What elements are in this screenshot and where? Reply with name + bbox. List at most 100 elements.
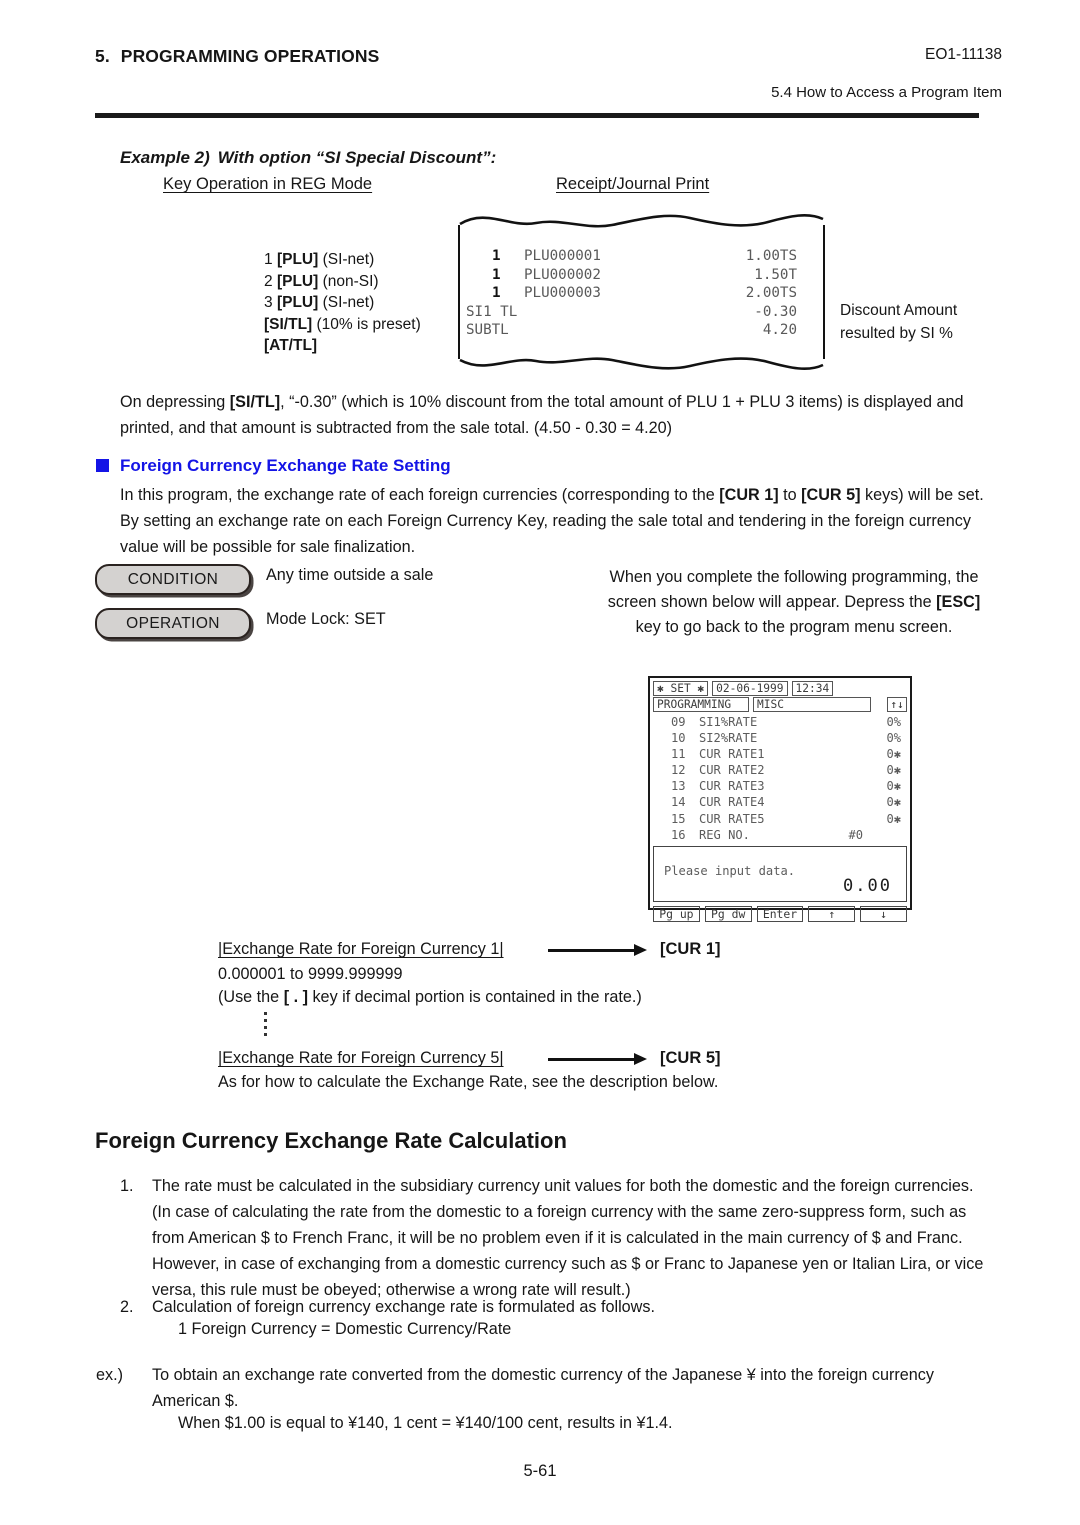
lcd-status-bar: ✱ SET ✱ 02-06-1999 12:34: [653, 681, 907, 696]
calculation-heading: Foreign Currency Exchange Rate Calculati…: [95, 1128, 567, 1153]
lcd-item-index: 15: [671, 811, 686, 826]
receipt-item-label: SUBTL: [466, 322, 509, 339]
receipt-row: SUBTL 4.20: [458, 321, 825, 340]
cur-1-key-label: [CUR 1]: [660, 940, 721, 958]
lcd-prompt-text: Please input data.: [664, 863, 796, 878]
lcd-list-item[interactable]: 16 REG NO. #0: [653, 827, 907, 843]
lcd-time-field: 12:34: [791, 681, 834, 696]
key-operation-qty: 2: [264, 272, 277, 290]
operation-badge-label: OPERATION: [126, 614, 220, 632]
receipt-qty: 1: [492, 266, 501, 283]
exchange-rate-range: 0.000001 to 9999.999999: [218, 965, 403, 983]
receipt-item-label: PLU000001: [524, 248, 601, 264]
key-operation-key: [PLU]: [276, 251, 319, 268]
decimal-key-label: [ . ]: [283, 988, 308, 1006]
calculation-example-marker: ex.): [96, 1366, 123, 1384]
paragraph-on-depressing: On depressing [SI/TL], “-0.30” (which is…: [120, 393, 964, 437]
lcd-input-area[interactable]: Please input data. 0.00: [653, 845, 907, 902]
lcd-item-index: 10: [671, 731, 686, 746]
receipt-bottom-edge-icon: [459, 357, 824, 371]
lcd-item-name: CUR RATE3: [699, 779, 765, 794]
receipt-row: 1 PLU000002 1.50T: [458, 266, 825, 285]
receipt-amount: 1.50T: [754, 266, 797, 283]
lcd-item-index: 14: [671, 795, 686, 810]
arrow-right-icon-1: [548, 944, 648, 956]
lcd-item-value: 0✱: [886, 763, 901, 778]
operation-badge: OPERATION: [95, 608, 251, 639]
lcd-menu-bar: PROGRAMMING MISC ↑↓: [653, 697, 907, 712]
lcd-item-name: REG NO.: [699, 827, 750, 842]
key-operation-note: (non-SI): [318, 272, 379, 290]
key-operation-key: [PLU]: [276, 272, 319, 290]
calculation-example-text: To obtain an exchange rate converted fro…: [152, 1366, 934, 1410]
lcd-item-index: 13: [671, 779, 686, 794]
key-operation-key: [SI/TL]: [264, 315, 313, 333]
lcd-item-index: 12: [671, 763, 686, 778]
receipt-row: SI1 TL -0.30: [458, 303, 825, 322]
lcd-menu-main-field[interactable]: PROGRAMMING: [653, 697, 749, 712]
discount-annotation-line1: Discount Amount: [840, 302, 958, 319]
exchange-rate-label-1: |Exchange Rate for Foreign Currency 1|: [218, 940, 504, 958]
lcd-softkey-[interactable]: ↑: [808, 905, 856, 922]
lcd-list-item[interactable]: 14 CUR RATE4 0✱: [653, 794, 907, 810]
receipt-row: 1 PLU000003 2.00TS: [458, 284, 825, 303]
lcd-item-index: 16: [671, 827, 686, 842]
exchange-rate-row-1: |Exchange Rate for Foreign Currency 1|: [218, 940, 504, 959]
lcd-list-item[interactable]: 13 CUR RATE3 0✱: [653, 778, 907, 794]
lcd-softkey-enter[interactable]: Enter: [756, 905, 804, 922]
receipt-row: 1 PLU000001 1.00TS: [458, 247, 825, 266]
lcd-item-name: SI2%RATE: [699, 731, 758, 746]
lcd-item-value: 0✱: [886, 811, 901, 826]
key-operation-key: [PLU]: [276, 294, 319, 311]
paragraph-in-this-program: In this program, the exchange rate of ea…: [120, 486, 984, 556]
lcd-item-name: CUR RATE4: [699, 795, 765, 810]
example-title-text: With option “SI Special Discount”:: [217, 148, 497, 167]
exchange-rate-use-note: (Use the [ . ] key if decimal portion is…: [218, 988, 642, 1006]
arrow-right-icon-5: [548, 1053, 648, 1065]
section-title: PROGRAMMING OPERATIONS: [120, 46, 380, 66]
lcd-item-value: 0%: [886, 731, 901, 746]
lcd-item-value: #0: [848, 827, 863, 842]
lcd-list-item[interactable]: 09 SI1%RATE 0%: [653, 714, 907, 730]
cur-5-key-label: [CUR 5]: [660, 1049, 721, 1067]
condition-badge: CONDITION: [95, 564, 251, 595]
exchange-rate-description: As for how to calculate the Exchange Rat…: [218, 1073, 719, 1091]
lcd-item-name: CUR RATE2: [699, 763, 765, 778]
receipt-amount: 4.20: [762, 322, 797, 339]
lcd-scroll-indicator-icon: ↑↓: [887, 697, 907, 712]
lcd-softkey-[interactable]: ↓: [860, 905, 907, 922]
lcd-menu-sub-field[interactable]: MISC: [753, 697, 871, 712]
screen-instruction-note: When you complete the following programm…: [607, 568, 981, 636]
exchange-rate-row-5: |Exchange Rate for Foreign Currency 5|: [218, 1049, 504, 1068]
lcd-item-name: SI1%RATE: [699, 715, 758, 729]
lcd-softkey-pg-dw[interactable]: Pg dw: [704, 905, 752, 922]
lcd-program-item-list: 09 SI1%RATE 0% 10 SI2%RATE 0% 11 CUR RATE1 0✱ 12 C…: [653, 714, 907, 843]
lcd-list-item[interactable]: 15 CUR RATE5 0✱: [653, 811, 907, 827]
lcd-softkey-pg-up[interactable]: Pg up: [653, 905, 700, 922]
key-operation-note: (10% is preset): [312, 315, 421, 333]
column-heading-key-operation: Key Operation in REG Mode: [163, 175, 373, 193]
receipt-top-edge-icon: [459, 213, 824, 228]
section-bullet-icon: [96, 459, 109, 472]
key-operation-row: 2 [PLU] (non-SI): [264, 271, 421, 293]
key-operation-qty: 3: [264, 294, 277, 311]
lcd-item-value: 0%: [886, 715, 901, 729]
lcd-softkey-bar: Pg up Pg dw Enter ↑ ↓: [653, 905, 907, 922]
discount-annotation: Discount Amount resulted by SI %: [840, 299, 957, 345]
receipt-paper: 1 PLU000001 1.00TS 1 PLU000002 1.50T 1 PLU00000…: [458, 213, 825, 371]
lcd-list-item[interactable]: 12 CUR RATE2 0✱: [653, 762, 907, 778]
calculation-item-2-text: Calculation of foreign currency exchange…: [152, 1298, 655, 1316]
key-operation-qty: 1: [264, 251, 277, 268]
lcd-screen-mock: ✱ SET ✱ 02-06-1999 12:34 PROGRAMMING MIS…: [648, 676, 912, 922]
page-number: 5-61: [523, 1462, 557, 1480]
lcd-list-item[interactable]: 11 CUR RATE1 0✱: [653, 746, 907, 762]
receipt-item-label: PLU000002: [524, 266, 601, 283]
calculation-item-2-marker: 2.: [120, 1298, 134, 1316]
lcd-date-field: 02-06-1999: [712, 681, 788, 696]
lcd-item-value: 0✱: [886, 779, 901, 794]
receipt-qty: 1: [492, 285, 501, 302]
section-heading-currency-setting: Foreign Currency Exchange Rate Setting: [120, 456, 451, 475]
subsection-title: 5.4 How to Access a Program Item: [771, 84, 1002, 101]
lcd-list-item[interactable]: 10 SI2%RATE 0%: [653, 730, 907, 746]
example-title: Example 2) With option “SI Special Discou…: [120, 148, 496, 168]
